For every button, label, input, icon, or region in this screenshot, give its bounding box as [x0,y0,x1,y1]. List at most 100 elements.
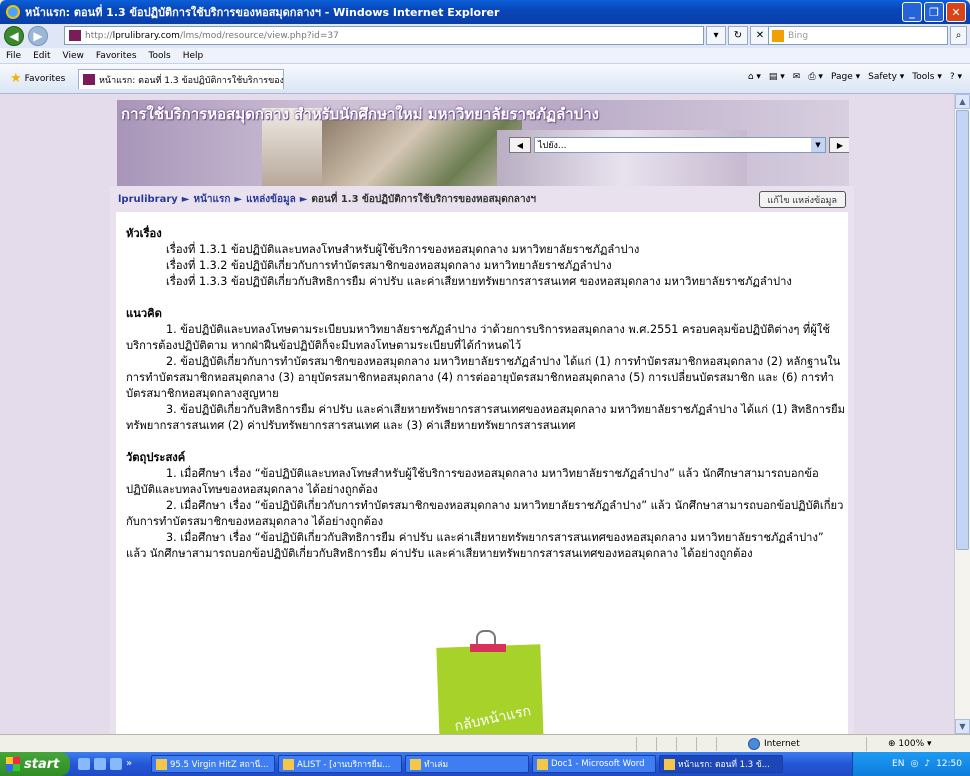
breadcrumb-separator-icon: ► [181,193,190,205]
navigation-bar: ◀ ▶ http://lprulibrary.com/lms/mod/resou… [0,24,970,48]
breadcrumb-site[interactable]: lprulibrary [118,194,178,205]
jump-next-button[interactable]: ▶ [829,137,849,153]
jump-select-value: ไปยัง... [538,141,567,151]
note-tape [470,644,506,652]
start-button[interactable]: start [0,752,70,776]
site-title: การใช้บริการหอสมุดกลาง สำหรับนักศึกษาใหม… [121,105,599,123]
breadcrumb-home[interactable]: หน้าแรก [193,192,230,207]
safety-menu[interactable]: Safety ▾ [868,72,904,82]
concept-item: 1. ข้อปฏิบัติและบทลงโทษตามระเบียบมหาวิทย… [126,323,830,352]
alist-app-icon [283,758,294,770]
stop-icon[interactable]: ✕ [750,26,770,45]
breadcrumb: lprulibrary ► หน้าแรก ► แหล่งข้อมูล ► ตอ… [110,186,854,212]
forward-button[interactable]: ▶ [28,26,48,46]
breadcrumb-separator-icon: ► [299,193,308,205]
quick-launch: » [78,758,148,770]
close-button[interactable]: ✕ [946,2,966,22]
quick-launch-media-icon[interactable] [110,758,122,770]
window-title: หน้าแรก: ตอนที่ 1.3 ข้อปฏิบัติการใช้บริก… [25,6,500,19]
ie-logo-icon [6,5,20,19]
tray-volume-icon[interactable]: ♪ [924,759,930,769]
chevron-down-icon: ▼ [811,138,825,152]
menu-tools[interactable]: Tools [149,51,171,61]
favorites-star-icon[interactable]: ★ [10,71,22,86]
favorites-bar: ★ Favorites หน้าแรก: ตอนที่ 1.3 ข้อปฏิบั… [0,64,970,94]
windows-taskbar: start » 95.5 Virgin HitZ สถานี... ALIST … [0,752,970,776]
page-menu[interactable]: Page ▾ [831,72,860,82]
print-icon[interactable]: ⎙ ▾ [808,72,823,82]
browser-tab[interactable]: หน้าแรก: ตอนที่ 1.3 ข้อปฏิบัติการใช้บริก… [78,69,284,89]
menu-edit[interactable]: Edit [33,51,50,61]
start-label: start [24,756,60,772]
taskbar-item-ie[interactable]: หน้าแรก: ตอนที่ 1.3 ข้... [659,755,783,773]
folder-icon [410,758,421,770]
zone-label: Internet [764,738,800,749]
help-icon[interactable]: ? ▾ [950,72,962,82]
menu-file[interactable]: File [6,51,21,61]
home-icon[interactable]: ⌂ ▾ [748,72,761,82]
window-titlebar: หน้าแรก: ตอนที่ 1.3 ข้อปฏิบัติการใช้บริก… [0,0,970,24]
topic-item: เรื่องที่ 1.3.1 ข้อปฏิบัติและบทลงโทษสำหร… [166,243,640,256]
resource-content: หัวเรื่อง เรื่องที่ 1.3.1 ข้อปฏิบัติและบ… [110,212,854,744]
breadcrumb-separator-icon: ► [234,193,243,205]
search-icon[interactable]: ⌕ [950,26,967,45]
banner-photo-library [322,120,522,186]
quick-launch-ie-icon[interactable] [94,758,106,770]
edit-resource-button[interactable]: แก้ไข แหล่งข้อมูล [758,191,846,208]
topics-heading: หัวเรื่อง [126,227,162,240]
globe-icon [748,737,760,750]
language-indicator[interactable]: EN [892,759,904,769]
jump-select[interactable]: ไปยัง... ▼ [534,137,826,153]
address-bar[interactable]: http://lprulibrary.com/lms/mod/resource/… [64,26,704,45]
menu-favorites[interactable]: Favorites [96,51,137,61]
url-prefix: http:// [85,30,113,41]
scroll-thumb[interactable] [956,110,969,550]
taskbar-item-folder[interactable]: ทำเล่ม [405,755,529,773]
favorites-button[interactable]: Favorites [25,74,66,84]
url-path: /lms/mod/resource/view.php?id=37 [179,30,339,41]
quick-launch-desktop-icon[interactable] [78,758,90,770]
search-input[interactable]: Bing [768,26,948,45]
maximize-button[interactable]: ❐ [924,2,944,22]
status-divider [696,737,697,751]
minimize-button[interactable]: _ [902,2,922,22]
system-tray: EN ◎ ♪ 12:50 [852,752,970,776]
status-bar: Internet ⊕ 100% ▾ [0,734,970,752]
concept-heading: แนวคิด [126,307,162,320]
back-button[interactable]: ◀ [4,26,24,46]
address-dropdown-icon[interactable]: ▾ [706,26,726,45]
tools-menu[interactable]: Tools ▾ [912,72,942,82]
bing-icon [772,29,784,42]
radio-app-icon [156,758,167,770]
task-label: ALIST - [งานบริการยืม... [297,760,391,770]
scroll-up-icon[interactable]: ▲ [955,94,970,109]
zoom-control[interactable]: ⊕ 100% ▾ [888,739,932,749]
status-divider [716,737,717,751]
site-banner: การใช้บริการหอสมุดกลาง สำหรับนักศึกษาใหม… [117,100,849,186]
status-divider [636,737,637,751]
jump-prev-button[interactable]: ◀ [509,137,531,153]
task-label: หน้าแรก: ตอนที่ 1.3 ข้... [678,760,770,770]
tray-clock[interactable]: 12:50 [936,759,962,769]
tray-network-icon[interactable]: ◎ [910,759,918,769]
taskbar-item-word[interactable]: Doc1 - Microsoft Word [532,755,656,773]
menu-help[interactable]: Help [183,51,204,61]
refresh-icon[interactable]: ↻ [728,26,748,45]
security-zone: Internet [748,737,800,750]
objective-heading: วัตถุประสงค์ [126,451,186,464]
breadcrumb-resources[interactable]: แหล่งข้อมูล [246,192,296,207]
objective-item: 2. เมื่อศึกษา เรื่อง “ข้อปฏิบัติเกี่ยวกั… [126,499,844,528]
task-label: Doc1 - Microsoft Word [551,759,645,769]
topic-item: เรื่องที่ 1.3.3 ข้อปฏิบัติเกี่ยวกับสิทธิ… [166,275,792,288]
menu-view[interactable]: View [63,51,84,61]
feeds-icon[interactable]: ▤ ▾ [769,72,785,82]
taskbar-item-radio[interactable]: 95.5 Virgin HitZ สถานี... [151,755,275,773]
topic-item: เรื่องที่ 1.3.2 ข้อปฏิบัติเกี่ยวกับการทำ… [166,259,612,272]
scroll-down-icon[interactable]: ▼ [955,719,970,734]
vertical-scrollbar[interactable]: ▲ ▼ [954,94,970,734]
mail-icon[interactable]: ✉ [793,72,801,82]
taskbar-item-alist[interactable]: ALIST - [งานบริการยืม... [278,755,402,773]
search-placeholder: Bing [788,30,809,41]
windows-logo-icon [6,757,20,771]
home-note-link[interactable]: กลับหน้าแรก [434,630,546,744]
